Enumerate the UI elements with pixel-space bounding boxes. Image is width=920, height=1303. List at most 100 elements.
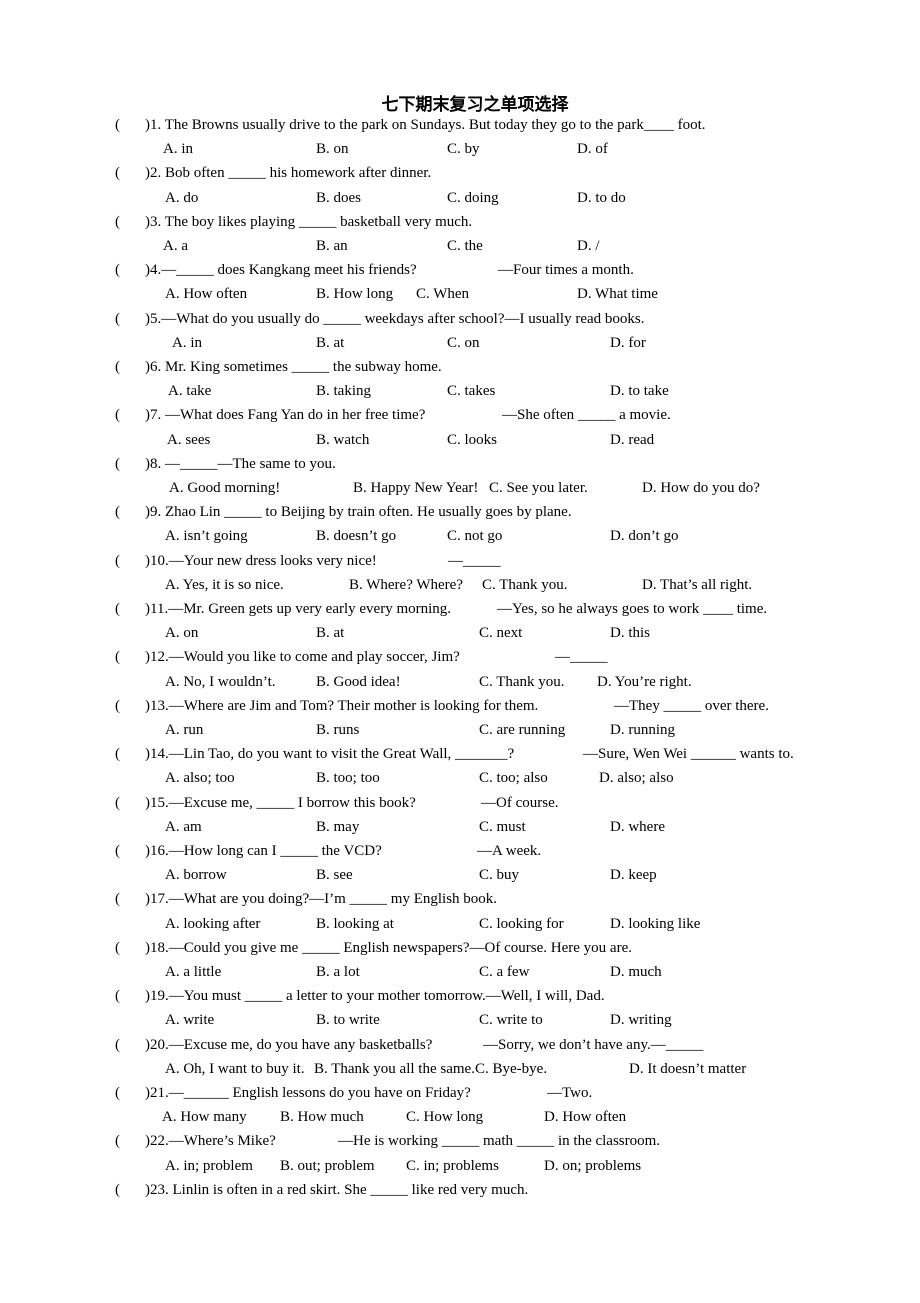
question-stem: —Lin Tao, do you want to visit the Great… [168, 746, 515, 762]
option-d: D. running [610, 722, 675, 738]
question-text: )2. Bob often _____ his homework after d… [145, 164, 431, 182]
question-number: )19. [145, 988, 169, 1004]
option-a: A. looking after [165, 916, 261, 932]
answer-bracket-open: ( [115, 1182, 120, 1198]
question-response: —_____ [555, 649, 608, 665]
option-c: C. looking for [479, 916, 564, 932]
option-a: A. Good morning! [169, 480, 281, 496]
option-c: C. buy [479, 867, 520, 883]
question-stem: —How long can I _____ the VCD? [168, 843, 382, 859]
option-a: A. take [168, 383, 212, 399]
option-b: B. on [316, 141, 349, 157]
question-text: )4.—_____ does Kangkang meet his friends… [145, 261, 417, 279]
option-c: C. a few [479, 964, 530, 980]
question-number: )9. [145, 504, 162, 520]
question-stem: —Could you give me _____ English newspap… [168, 940, 632, 956]
question-response: —Sorry, we don’t have any.—_____ [483, 1037, 704, 1053]
question-number: )18. [145, 940, 169, 956]
question-stem: Linlin is often in a red skirt. She ____… [168, 1182, 529, 1198]
option-a: A. borrow [165, 867, 227, 883]
question-stem: —What do you usually do _____ weekdays a… [161, 311, 645, 327]
question-number: )20. [145, 1037, 169, 1053]
question-text: )16.—How long can I _____ the VCD? [145, 842, 382, 860]
option-d: D. much [610, 964, 662, 980]
option-c: C. looks [447, 432, 498, 448]
question-text: )23. Linlin is often in a red skirt. She… [145, 1181, 528, 1199]
option-d: D. looking like [610, 916, 701, 932]
option-d: D. also; also [599, 770, 674, 786]
question-number: )14. [145, 746, 169, 762]
option-c: C. Thank you. [479, 674, 565, 690]
option-b: B. see [316, 867, 353, 883]
answer-bracket-open: ( [115, 843, 120, 859]
question-number: )4. [145, 262, 162, 278]
question-text: )17.—What are you doing?—I’m _____ my En… [145, 890, 497, 908]
option-b: B. Thank you all the same. [314, 1061, 475, 1077]
option-c: C. See you later. [489, 480, 588, 496]
answer-bracket-open: ( [115, 117, 120, 133]
option-d: D. this [610, 625, 651, 641]
question-number: )3. [145, 214, 162, 230]
option-b: B. runs [316, 722, 360, 738]
answer-bracket-open: ( [115, 698, 120, 714]
option-b: B. taking [316, 383, 371, 399]
question-text: )20.—Excuse me, do you have any basketba… [145, 1036, 432, 1054]
answer-bracket-open: ( [115, 1085, 120, 1101]
answer-bracket-open: ( [115, 1037, 120, 1053]
option-d: D. of [577, 141, 608, 157]
option-c: C. Thank you. [482, 577, 568, 593]
question-stem: —Where’s Mike? [168, 1133, 276, 1149]
question-response: —Four times a month. [498, 262, 634, 278]
option-c: C. the [447, 238, 483, 254]
option-a: A. isn’t going [165, 528, 248, 544]
answer-bracket-open: ( [115, 988, 120, 1004]
question-text: )22.—Where’s Mike? [145, 1132, 276, 1150]
question-stem: —______ English lessons do you have on F… [168, 1085, 471, 1101]
option-c: C. are running [479, 722, 566, 738]
answer-bracket-open: ( [115, 504, 120, 520]
answer-bracket-open: ( [115, 940, 120, 956]
question-response: —A week. [477, 843, 542, 859]
option-b: B. looking at [316, 916, 394, 932]
option-d: D. don’t go [610, 528, 679, 544]
question-text: )6. Mr. King sometimes _____ the subway … [145, 358, 442, 376]
question-number: )7. [145, 407, 162, 423]
question-text: )13.—Where are Jim and Tom? Their mother… [145, 697, 538, 715]
answer-bracket-open: ( [115, 601, 120, 617]
question-stem: The Browns usually drive to the park on … [161, 117, 706, 133]
option-c: C. too; also [479, 770, 548, 786]
option-c: C. must [479, 819, 526, 835]
option-a: A. sees [167, 432, 211, 448]
option-b: B. out; problem [280, 1158, 375, 1174]
answer-bracket-open: ( [115, 1133, 120, 1149]
option-a: A. am [165, 819, 202, 835]
option-a: A. Yes, it is so nice. [165, 577, 284, 593]
option-c: C. Bye-bye. [475, 1061, 548, 1077]
question-stem: Zhao Lin _____ to Beijing by train often… [161, 504, 572, 520]
option-d: D. That’s all right. [642, 577, 753, 593]
option-b: B. Good idea! [316, 674, 401, 690]
question-text: )1. The Browns usually drive to the park… [145, 116, 705, 134]
option-d: D. It doesn’t matter [629, 1061, 747, 1077]
option-d: D. read [610, 432, 655, 448]
question-number: )17. [145, 891, 169, 907]
question-number: )6. [145, 359, 162, 375]
option-b: B. to write [316, 1012, 380, 1028]
question-stem: Bob often _____ his homework after dinne… [161, 165, 432, 181]
option-d: D. You’re right. [597, 674, 692, 690]
question-text: )7. —What does Fang Yan do in her free t… [145, 406, 425, 424]
question-response: —She often _____ a movie. [502, 407, 671, 423]
option-b: B. at [316, 625, 345, 641]
question-stem: —Your new dress looks very nice! [168, 553, 377, 569]
question-text: )19.—You must _____ a letter to your mot… [145, 987, 605, 1005]
question-response: —Two. [547, 1085, 593, 1101]
answer-bracket-open: ( [115, 456, 120, 472]
option-a: A. in [163, 141, 193, 157]
question-stem: —You must _____ a letter to your mother … [168, 988, 605, 1004]
answer-bracket-open: ( [115, 649, 120, 665]
option-b: B. watch [316, 432, 370, 448]
option-d: D. / [577, 238, 600, 254]
question-number: )21. [145, 1085, 169, 1101]
question-response: —_____ [448, 553, 501, 569]
question-text: )21.—______ English lessons do you have … [145, 1084, 471, 1102]
